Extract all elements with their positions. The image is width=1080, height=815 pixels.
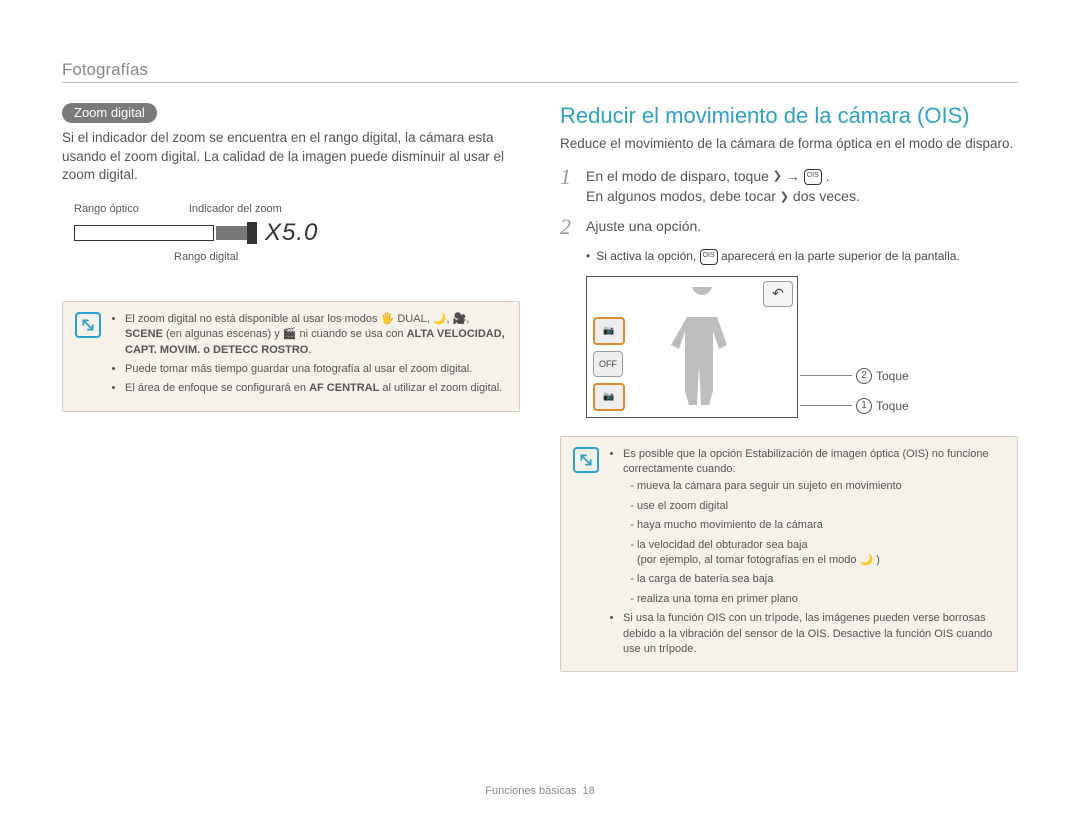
ois-off-icon: OIS: [804, 169, 822, 185]
note-item: Si usa la función OIS con un trípode, la…: [623, 611, 1005, 657]
circled-number: 2: [856, 368, 872, 384]
ois-on-option[interactable]: 📷: [593, 317, 625, 345]
camera-screen: ↶ 📷 OFF 📷: [586, 276, 798, 418]
zoom-value: X5.0: [265, 219, 318, 247]
note-item: Puede tomar más tiempo guardar una fotog…: [125, 362, 507, 377]
note-subitem: use el zoom digital: [637, 499, 1005, 514]
back-button[interactable]: ↶: [763, 281, 793, 307]
screen-illustration: ↶ 📷 OFF 📷 2 Toque: [586, 276, 866, 418]
callout-2: 2 Toque: [800, 368, 909, 384]
step-2: 2 Ajuste una opción.: [560, 216, 1018, 238]
step-number: 1: [560, 166, 578, 207]
note-box-right: Es posible que la opción Estabilización …: [560, 436, 1018, 673]
zoom-intro-text: Si el indicador del zoom se encuentra en…: [62, 129, 520, 185]
circled-number: 1: [856, 398, 872, 414]
right-column: Reducir el movimiento de la cámara (OIS)…: [560, 103, 1018, 672]
note-subitem: haya mucho movimiento de la cámara: [637, 518, 1005, 533]
page-header: Fotografías: [62, 60, 1018, 83]
note-item: El área de enfoque se configurará en AF …: [125, 381, 507, 396]
digital-range-label: Rango digital: [174, 251, 334, 263]
zoom-indicator-marker: [247, 222, 257, 244]
step-1: 1 En el modo de disparo, toque → OIS . E…: [560, 166, 1018, 207]
ois-indicator-icon: OIS: [700, 249, 718, 265]
note-item: El zoom digital no está disponible al us…: [125, 312, 507, 358]
ois-off-option[interactable]: OFF: [593, 351, 623, 377]
chevron-icon: [780, 192, 789, 203]
step-number: 2: [560, 216, 578, 238]
optical-range-bar: [74, 225, 214, 241]
note-subitem: la carga de batería sea baja: [637, 572, 1005, 587]
page-footer: Funciones básicas 18: [0, 785, 1080, 797]
note-box-left: El zoom digital no está disponible al us…: [62, 301, 520, 412]
step-2-sub: • Si activa la opción, OIS aparecerá en …: [586, 248, 1018, 265]
ois-toggle[interactable]: 📷: [593, 383, 625, 411]
scene-bold: SCENE: [125, 328, 163, 340]
optical-range-label: Rango óptico: [74, 203, 139, 215]
note-icon: [75, 312, 101, 338]
chevron-icon: [773, 171, 782, 182]
note-subitem: la velocidad del obturador sea baja (por…: [637, 538, 1005, 569]
left-column: Zoom digital Si el indicador del zoom se…: [62, 103, 520, 672]
note-item: Es posible que la opción Estabilización …: [623, 447, 1005, 608]
video-icon: 🎬: [283, 329, 297, 340]
section-title: Reducir el movimiento de la cámara (OIS): [560, 103, 1018, 129]
note-subitem: mueva la cámara para seguir un sujeto en…: [637, 479, 1005, 494]
note-icon: [573, 447, 599, 473]
note-subitem: realiza una toma en primer plano: [637, 592, 1005, 607]
ois-intro: Reduce el movimiento de la cámara de for…: [560, 135, 1018, 154]
zoom-diagram: Rango óptico Indicador del zoom X5.0 Ran…: [74, 203, 334, 283]
digital-range-bar: [216, 226, 250, 240]
person-silhouette: [657, 287, 747, 407]
zoom-digital-label: Zoom digital: [62, 103, 157, 123]
zoom-indicator-label: Indicador del zoom: [189, 203, 282, 215]
callout-1: 1 Toque: [800, 398, 909, 414]
mode-icons: 🖐 DUAL, 🌙, 🎥,: [381, 313, 470, 325]
